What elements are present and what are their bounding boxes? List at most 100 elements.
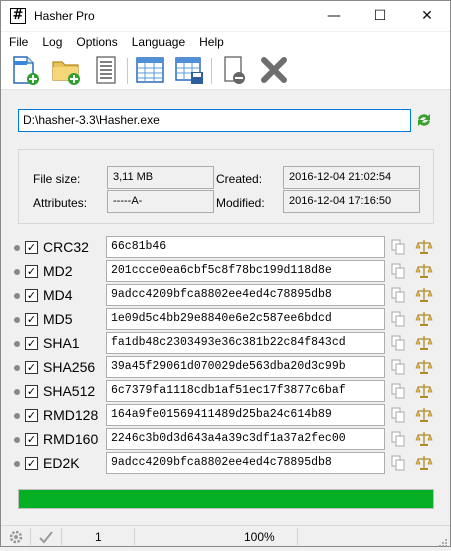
status-dot-icon bbox=[14, 365, 20, 371]
compare-scale-icon[interactable] bbox=[415, 407, 433, 423]
hash-row: ✓ SHA512 6c7379fa1118cdb1af51ec17f3877c6ba… bbox=[1, 380, 450, 404]
hash-row: ✓ MD5 1e09d5c4bb29e8840e6e2c587ee6bdcd bbox=[1, 308, 450, 332]
menu-bar: File Log Options Language Help bbox=[1, 32, 450, 52]
compare-scale-icon[interactable] bbox=[415, 287, 433, 303]
toolbar-separator bbox=[127, 58, 128, 84]
hash-checkbox[interactable]: ✓ bbox=[25, 289, 38, 302]
hash-name: RMD160 bbox=[43, 431, 99, 447]
toolbar bbox=[1, 52, 450, 90]
status-bar: 1 100% bbox=[1, 525, 450, 547]
hash-value-field[interactable]: 66c81b46 bbox=[106, 236, 385, 258]
hash-value-field[interactable]: 201ccce0ea6cbf5c8f78bc199d118d8e bbox=[106, 260, 385, 282]
hash-row: ✓ CRC32 66c81b46 bbox=[1, 236, 450, 260]
status-dot-icon bbox=[14, 413, 20, 419]
hash-name: MD4 bbox=[43, 287, 73, 303]
hash-row: ✓ MD4 9adcc4209bfca8802ee4ed4c78895db8 bbox=[1, 284, 450, 308]
menu-language[interactable]: Language bbox=[124, 35, 191, 49]
menu-options[interactable]: Options bbox=[68, 35, 123, 49]
modified-field: 2016-12-04 17:16:50 bbox=[283, 190, 420, 213]
hash-name: SHA512 bbox=[43, 383, 96, 399]
app-hash-icon: # bbox=[10, 8, 26, 24]
document-icon[interactable] bbox=[90, 54, 122, 86]
hash-value-field[interactable]: 39a45f29061d070029de563dba20d3c99b bbox=[106, 356, 385, 378]
attributes-field: -----A- bbox=[107, 190, 214, 213]
compare-scale-icon[interactable] bbox=[415, 335, 433, 351]
hash-checkbox[interactable]: ✓ bbox=[25, 313, 38, 326]
hash-name: SHA256 bbox=[43, 359, 96, 375]
hash-checkbox[interactable]: ✓ bbox=[25, 457, 38, 470]
table-icon[interactable] bbox=[134, 54, 166, 86]
copy-icon[interactable] bbox=[391, 431, 405, 447]
hash-checkbox[interactable]: ✓ bbox=[25, 409, 38, 422]
hash-checkbox[interactable]: ✓ bbox=[25, 385, 38, 398]
status-dot-icon bbox=[14, 461, 20, 467]
copy-icon[interactable] bbox=[391, 263, 405, 279]
status-separator bbox=[297, 528, 298, 545]
status-separator bbox=[61, 528, 62, 545]
hash-value-field[interactable]: fa1db48c2303493e36c381b22c84f843cd bbox=[106, 332, 385, 354]
menu-log[interactable]: Log bbox=[34, 35, 68, 49]
close-button[interactable]: ✕ bbox=[404, 1, 450, 31]
hash-checkbox[interactable]: ✓ bbox=[25, 361, 38, 374]
copy-icon[interactable] bbox=[391, 359, 405, 375]
title-bar: # Hasher Pro — ☐ ✕ bbox=[1, 1, 450, 31]
hash-checkbox[interactable]: ✓ bbox=[25, 433, 38, 446]
status-dot-icon bbox=[14, 437, 20, 443]
hash-name: MD5 bbox=[43, 311, 73, 327]
created-field: 2016-12-04 21:02:54 bbox=[283, 166, 420, 189]
hash-value-field[interactable]: 9adcc4209bfca8802ee4ed4c78895db8 bbox=[106, 284, 385, 306]
window-title: Hasher Pro bbox=[34, 9, 95, 23]
compare-scale-icon[interactable] bbox=[415, 455, 433, 471]
menu-file[interactable]: File bbox=[1, 35, 34, 49]
resize-grip-icon[interactable] bbox=[438, 537, 448, 547]
status-percent: 100% bbox=[244, 530, 275, 544]
menu-help[interactable]: Help bbox=[191, 35, 230, 49]
remove-file-icon[interactable] bbox=[218, 54, 250, 86]
hash-value-field[interactable]: 9adcc4209bfca8802ee4ed4c78895db8 bbox=[106, 452, 385, 474]
hash-checkbox[interactable]: ✓ bbox=[25, 241, 38, 254]
hash-name: CRC32 bbox=[43, 239, 89, 255]
status-dot-icon bbox=[14, 245, 20, 251]
compare-scale-icon[interactable] bbox=[415, 431, 433, 447]
table-save-icon[interactable] bbox=[173, 54, 205, 86]
copy-icon[interactable] bbox=[391, 455, 405, 471]
status-dot-icon bbox=[14, 341, 20, 347]
minimize-button[interactable]: — bbox=[311, 1, 357, 31]
copy-icon[interactable] bbox=[391, 383, 405, 399]
copy-icon[interactable] bbox=[391, 407, 405, 423]
status-separator bbox=[30, 528, 31, 545]
hash-checkbox[interactable]: ✓ bbox=[25, 265, 38, 278]
compare-scale-icon[interactable] bbox=[415, 239, 433, 255]
compare-scale-icon[interactable] bbox=[415, 263, 433, 279]
maximize-button[interactable]: ☐ bbox=[357, 1, 403, 31]
hash-name: ED2K bbox=[43, 455, 80, 471]
gear-icon[interactable] bbox=[8, 529, 24, 545]
hash-row: ✓ ED2K 9adcc4209bfca8802ee4ed4c78895db8 bbox=[1, 452, 450, 476]
hash-name: RMD128 bbox=[43, 407, 99, 423]
copy-icon[interactable] bbox=[391, 335, 405, 351]
file-path-input[interactable]: D:\hasher-3.3\Hasher.exe bbox=[18, 109, 411, 132]
hash-value-field[interactable]: 1e09d5c4bb29e8840e6e2c587ee6bdcd bbox=[106, 308, 385, 330]
new-file-icon[interactable] bbox=[9, 54, 41, 86]
copy-icon[interactable] bbox=[391, 311, 405, 327]
status-dot-icon bbox=[14, 269, 20, 275]
hash-checkbox[interactable]: ✓ bbox=[25, 337, 38, 350]
close-x-icon[interactable] bbox=[258, 54, 290, 86]
refresh-icon[interactable] bbox=[415, 111, 433, 129]
compare-scale-icon[interactable] bbox=[415, 311, 433, 327]
progress-fill bbox=[19, 490, 433, 508]
progress-bar bbox=[18, 489, 434, 509]
copy-icon[interactable] bbox=[391, 239, 405, 255]
hash-row: ✓ MD2 201ccce0ea6cbf5c8f78bc199d118d8e bbox=[1, 260, 450, 284]
compare-scale-icon[interactable] bbox=[415, 359, 433, 375]
hash-value-field[interactable]: 2246c3b0d3d643a4a39c3df1a37a2fec00 bbox=[106, 428, 385, 450]
compare-scale-icon[interactable] bbox=[415, 383, 433, 399]
hash-value-field[interactable]: 164a9fe01569411489d25ba24c614b89 bbox=[106, 404, 385, 426]
copy-icon[interactable] bbox=[391, 287, 405, 303]
attributes-label: Attributes: bbox=[33, 196, 88, 210]
created-label: Created: bbox=[216, 172, 263, 186]
hash-value-field[interactable]: 6c7379fa1118cdb1af51ec17f3877c6baf bbox=[106, 380, 385, 402]
open-folder-icon[interactable] bbox=[50, 54, 82, 86]
hash-name: SHA1 bbox=[43, 335, 80, 351]
hash-row: ✓ SHA1 fa1db48c2303493e36c381b22c84f843cd bbox=[1, 332, 450, 356]
